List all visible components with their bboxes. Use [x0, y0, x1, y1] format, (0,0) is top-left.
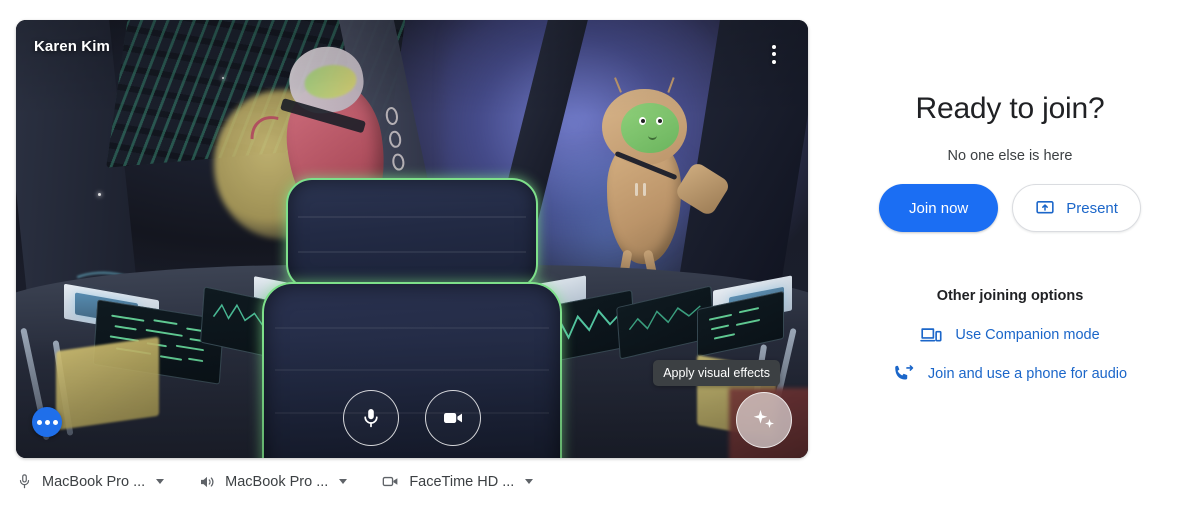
microphone-device-selector[interactable]: MacBook Pro ...	[16, 473, 165, 490]
camera-device-selector[interactable]: FaceTime HD ...	[381, 472, 534, 491]
present-screen-icon	[1036, 201, 1054, 214]
chevron-down-icon	[525, 479, 534, 484]
media-controls-row	[16, 390, 808, 446]
more-options-kebab-icon[interactable]	[757, 37, 791, 71]
self-name-label: Karen Kim	[34, 38, 110, 55]
microphone-icon	[364, 409, 378, 428]
camera-icon	[382, 476, 398, 487]
join-panel: Ready to join? No one else is here Join …	[820, 0, 1200, 518]
use-companion-mode-link[interactable]: Use Companion mode	[920, 324, 1100, 346]
self-video-preview[interactable]: Karen Kim Apply visual effects	[16, 20, 808, 458]
mic-toggle-button[interactable]	[343, 390, 399, 446]
chevron-down-icon	[339, 479, 348, 484]
companion-mode-icon	[920, 328, 942, 342]
meet-prejoin-screen: Karen Kim Apply visual effects MacBook P…	[0, 0, 1200, 518]
device-selector-bar: MacBook Pro ... MacBook Pro ... FaceTime…	[16, 472, 534, 491]
microphone-icon	[19, 474, 30, 489]
camera-toggle-button[interactable]	[425, 390, 481, 446]
camera-icon	[444, 413, 462, 423]
camera-device-label: FaceTime HD ...	[409, 473, 515, 490]
present-button[interactable]: Present	[1012, 184, 1141, 232]
join-now-button[interactable]: Join now	[879, 184, 999, 232]
present-button-label: Present	[1066, 199, 1118, 217]
participants-status-text: No one else is here	[947, 148, 1073, 164]
video-preview-area: Karen Kim Apply visual effects	[16, 20, 808, 458]
speaker-icon	[201, 476, 214, 487]
other-joining-options-heading: Other joining options	[936, 288, 1084, 304]
sparkles-icon	[753, 410, 774, 428]
join-by-phone-link[interactable]: Join and use a phone for audio	[893, 363, 1127, 385]
use-companion-mode-label: Use Companion mode	[955, 327, 1100, 343]
chevron-down-icon	[156, 479, 165, 484]
page-title: Ready to join?	[915, 92, 1105, 125]
effects-tooltip: Apply visual effects	[653, 359, 780, 386]
microphone-device-label: MacBook Pro ...	[42, 473, 146, 490]
speaker-device-selector[interactable]: MacBook Pro ...	[198, 473, 348, 491]
join-by-phone-label: Join and use a phone for audio	[927, 366, 1128, 382]
speaker-device-label: MacBook Pro ...	[225, 473, 329, 490]
phone-audio-icon	[894, 365, 914, 380]
apply-visual-effects-button[interactable]	[736, 392, 792, 448]
join-actions-row: Join now Present	[879, 184, 1141, 232]
